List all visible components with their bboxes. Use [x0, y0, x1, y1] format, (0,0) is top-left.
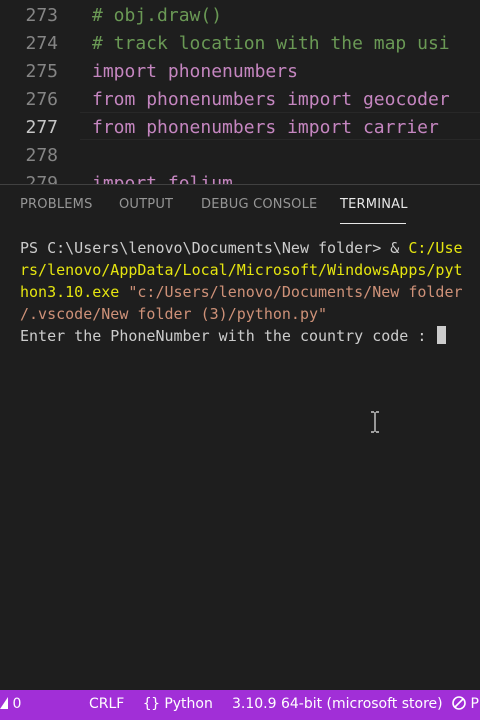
code-line-274[interactable]: 274 # track location with the map usi	[0, 30, 480, 58]
python-interpreter-button[interactable]: 3.10.9 64-bit (microsoft store)	[232, 696, 443, 712]
module-token: phonenumbers	[146, 117, 277, 138]
code-line-278[interactable]: 278	[0, 142, 480, 170]
errors-indicator[interactable]: 0	[0, 696, 21, 712]
warning-icon	[0, 697, 8, 709]
terminal-input-prompt: Enter the PhoneNumber with the country c…	[20, 327, 436, 345]
code-text: from phonenumbers import carrier	[92, 114, 439, 142]
terminal-input-line[interactable]: Enter the PhoneNumber with the country c…	[20, 325, 447, 347]
line-number: 276	[25, 89, 58, 110]
keyword-token: import	[287, 89, 353, 110]
line-number: 274	[25, 33, 58, 54]
comment-token: # track location with the map usi	[92, 33, 450, 54]
module-token: phonenumbers	[146, 89, 277, 110]
terminal-string-arg: /.vscode/New folder (3)/python.py"	[20, 305, 328, 323]
code-line-279[interactable]: 279 import folium	[0, 170, 480, 184]
terminal-line: /.vscode/New folder (3)/python.py"	[20, 303, 327, 325]
keyword-token: import	[92, 173, 158, 184]
code-line-275[interactable]: 275 import phonenumbers	[0, 58, 480, 86]
trailing-status-item[interactable]: P	[452, 696, 479, 712]
no-entry-icon	[452, 696, 466, 710]
module-token: carrier	[362, 117, 439, 138]
line-number: 279	[25, 173, 58, 184]
status-bar: 0 CRLF {} Python 3.10.9 64-bit (microsof…	[0, 690, 480, 720]
tab-debug-console[interactable]: DEBUG CONSOLE	[201, 197, 317, 212]
code-text: from phonenumbers import geocoder	[92, 86, 450, 114]
terminal-prompt: PS C:\Users\lenovo\Documents\New folder>…	[20, 239, 409, 257]
errors-count: 0	[12, 696, 22, 712]
trailing-label: P	[470, 696, 479, 712]
language-mode-button[interactable]: {} Python	[143, 696, 213, 712]
code-editor[interactable]: 273 # obj.draw() 274 # track location wi…	[0, 0, 480, 184]
active-tab-indicator	[340, 223, 406, 224]
code-text: import phonenumbers	[92, 58, 298, 86]
code-line-276[interactable]: 276 from phonenumbers import geocoder	[0, 86, 480, 114]
comment-token: # obj.draw()	[92, 5, 223, 26]
eol-indicator[interactable]: CRLF	[89, 696, 124, 712]
terminal-line: hon3.10.exe "c:/Users/lenovo/Documents/N…	[20, 281, 463, 303]
code-text: # obj.draw()	[92, 2, 222, 30]
line-number: 278	[25, 145, 58, 166]
tab-output[interactable]: OUTPUT	[119, 197, 173, 212]
language-label: Python	[164, 696, 213, 712]
module-token: phonenumbers	[167, 61, 298, 82]
keyword-token: from	[92, 117, 136, 138]
code-line-277[interactable]: 277 from phonenumbers import carrier	[0, 114, 480, 142]
bottom-panel: PROBLEMS OUTPUT DEBUG CONSOLE TERMINAL P…	[0, 184, 480, 691]
panel-tabs: PROBLEMS OUTPUT DEBUG CONSOLE TERMINAL	[0, 185, 480, 229]
tab-terminal[interactable]: TERMINAL	[340, 197, 408, 212]
keyword-token: from	[92, 89, 136, 110]
terminal-cursor	[437, 326, 447, 344]
terminal-command: C:/Use	[408, 239, 463, 257]
code-text: import folium	[92, 170, 233, 184]
code-line-273[interactable]: 273 # obj.draw()	[0, 2, 480, 30]
line-number: 275	[25, 61, 58, 82]
keyword-token: import	[92, 61, 158, 82]
terminal-command: rs/lenovo/AppData/Local/Microsoft/Window…	[20, 261, 463, 279]
code-text: # track location with the map usi	[92, 30, 450, 58]
terminal-line: rs/lenovo/AppData/Local/Microsoft/Window…	[20, 259, 463, 281]
braces-icon: {}	[143, 696, 160, 712]
terminal-string-arg: "c:/Users/lenovo/Documents/New folder	[128, 283, 463, 301]
module-token: geocoder	[362, 89, 450, 110]
tab-problems[interactable]: PROBLEMS	[20, 197, 93, 212]
module-token: folium	[167, 173, 233, 184]
terminal-line: PS C:\Users\lenovo\Documents\New folder>…	[20, 237, 463, 259]
keyword-token: import	[287, 117, 353, 138]
ibeam-cursor-icon	[371, 411, 379, 433]
line-number: 273	[25, 5, 58, 26]
line-number: 277	[25, 117, 58, 138]
terminal-command: hon3.10.exe	[20, 283, 129, 301]
